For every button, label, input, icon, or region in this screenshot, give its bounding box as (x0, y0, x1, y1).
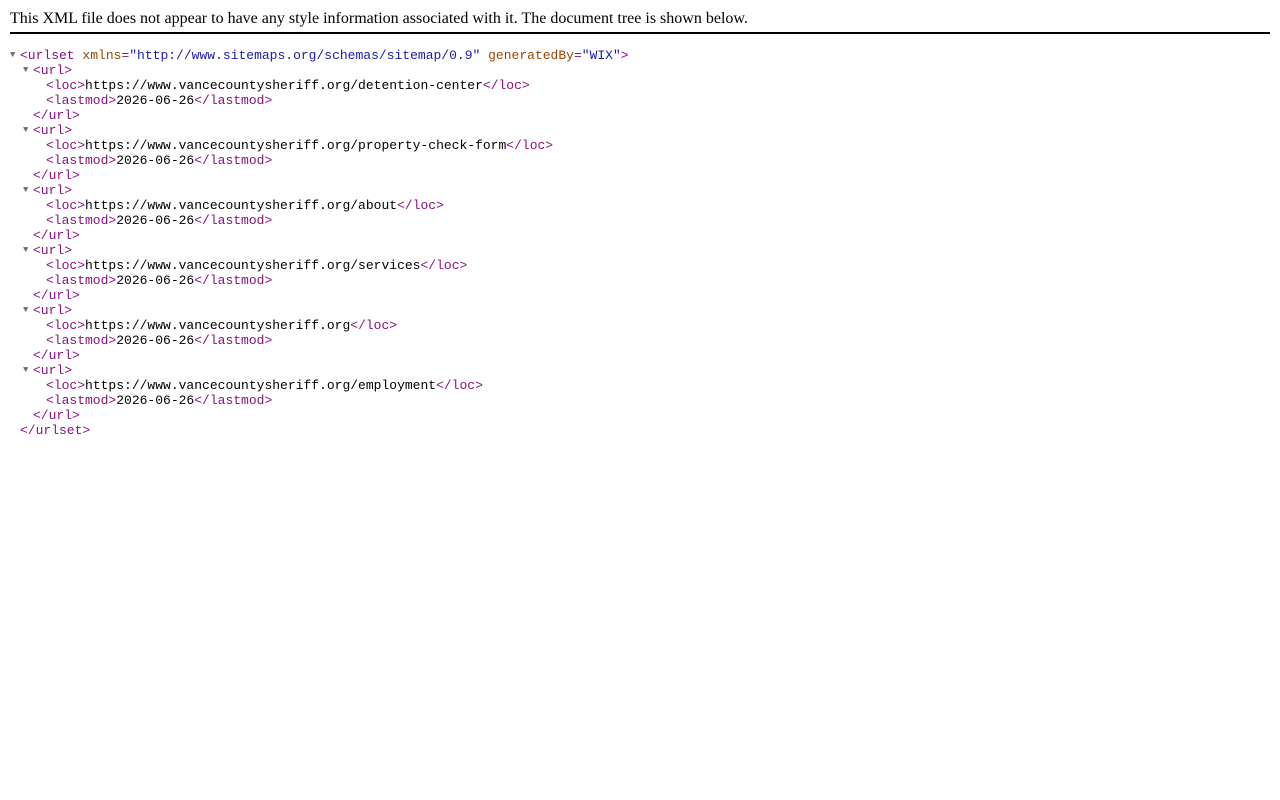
loc-open-tag: <loc> (46, 318, 86, 333)
loc-open-tag: <loc> (46, 258, 86, 273)
lastmod-line: <lastmod>2026-06-26</lastmod> (10, 273, 629, 288)
collapse-arrow-icon[interactable]: ▼ (10, 48, 20, 63)
urlset-close-tag: </urlset> (20, 423, 91, 438)
url-close-tag: </url> (33, 348, 80, 363)
collapse-arrow-icon[interactable]: ▼ (23, 303, 33, 318)
url-open-line: ▼ <url> (10, 243, 629, 258)
url-open-tag: <url> (33, 123, 73, 138)
lastmod-open-tag: <lastmod> (46, 333, 117, 348)
url-close-line: </url> (10, 228, 629, 243)
url-close-tag: </url> (33, 408, 80, 423)
loc-value: https://www.vancecountysheriff.org (85, 318, 351, 333)
url-open-line: ▼ <url> (10, 123, 629, 138)
loc-value: https://www.vancecountysheriff.org/servi… (85, 258, 421, 273)
url-open-tag: <url> (33, 243, 73, 258)
equals-sign: = (573, 48, 582, 63)
url-open-tag: <url> (33, 303, 73, 318)
loc-open-tag: <loc> (46, 78, 86, 93)
url-close-tag: </url> (33, 228, 80, 243)
lastmod-line: <lastmod>2026-06-26</lastmod> (10, 393, 629, 408)
lastmod-open-tag: <lastmod> (46, 393, 117, 408)
lastmod-close-tag: </lastmod> (194, 213, 273, 228)
lastmod-line: <lastmod>2026-06-26</lastmod> (10, 333, 629, 348)
url-open-tag: <url> (33, 63, 73, 78)
url-close-line: </url> (10, 288, 629, 303)
collapse-arrow-icon[interactable]: ▼ (23, 243, 33, 258)
lastmod-line: <lastmod>2026-06-26</lastmod> (10, 93, 629, 108)
loc-close-tag: </loc> (482, 78, 530, 93)
loc-line: <loc>https://www.vancecountysheriff.org/… (10, 138, 629, 153)
loc-close-tag: </loc> (436, 378, 483, 393)
lastmod-close-tag: </lastmod> (194, 153, 273, 168)
no-style-notice: This XML file does not appear to have an… (10, 10, 748, 27)
lastmod-value: 2026-06-26 (116, 93, 195, 108)
collapse-arrow-icon[interactable]: ▼ (23, 183, 33, 198)
loc-close-tag: </loc> (397, 198, 444, 213)
lastmod-open-tag: <lastmod> (46, 153, 117, 168)
lastmod-open-tag: <lastmod> (46, 273, 117, 288)
loc-line: <loc>https://www.vancecountysheriff.org/… (10, 258, 629, 273)
lastmod-value: 2026-06-26 (116, 273, 195, 288)
attribute-value: "WIX" (581, 48, 621, 63)
loc-value: https://www.vancecountysheriff.org/deten… (85, 78, 483, 93)
attribute-name: generatedBy (488, 48, 574, 63)
url-close-tag: </url> (33, 288, 80, 303)
loc-open-tag: <loc> (46, 138, 86, 153)
collapse-arrow-icon[interactable]: ▼ (23, 123, 33, 138)
loc-value: https://www.vancecountysheriff.org/prope… (85, 138, 507, 153)
url-entries: ▼ <url> <loc>https://www.vancecountysherif… (10, 63, 629, 423)
loc-line: <loc>https://www.vancecountysheriff.org<… (10, 318, 629, 333)
loc-close-tag: </loc> (420, 258, 468, 273)
loc-line: <loc>https://www.vancecountysheriff.org/… (10, 78, 629, 93)
collapse-arrow-icon[interactable]: ▼ (23, 63, 33, 78)
loc-open-tag: <loc> (46, 198, 86, 213)
url-close-line: </url> (10, 168, 629, 183)
loc-close-tag: </loc> (350, 318, 398, 333)
urlset-open-tag: <urlset (20, 48, 75, 63)
url-open-line: ▼ <url> (10, 303, 629, 318)
url-close-tag: </url> (33, 108, 80, 123)
loc-line: <loc>https://www.vancecountysheriff.org/… (10, 198, 629, 213)
header-divider (10, 32, 1270, 34)
lastmod-value: 2026-06-26 (116, 213, 195, 228)
url-close-line: </url> (10, 408, 629, 423)
urlset-open-tag-end: > (620, 48, 629, 63)
lastmod-line: <lastmod>2026-06-26</lastmod> (10, 153, 629, 168)
loc-value: https://www.vancecountysheriff.org/emplo… (85, 378, 437, 393)
lastmod-close-tag: </lastmod> (194, 93, 273, 108)
urlset-open-line: ▼ <urlset xmlns = "http://www.sitemaps.org/… (10, 48, 629, 63)
url-open-tag: <url> (33, 183, 73, 198)
urlset-close-line: </urlset> (10, 423, 629, 438)
url-close-line: </url> (10, 108, 629, 123)
xml-viewer-page: This XML file does not appear to have an… (0, 0, 1280, 800)
url-close-line: </url> (10, 348, 629, 363)
lastmod-value: 2026-06-26 (116, 393, 195, 408)
lastmod-line: <lastmod>2026-06-26</lastmod> (10, 213, 629, 228)
loc-line: <loc>https://www.vancecountysheriff.org/… (10, 378, 629, 393)
url-open-tag: <url> (33, 363, 73, 378)
url-open-line: ▼ <url> (10, 183, 629, 198)
attribute-value: "http://www.sitemaps.org/schemas/sitemap… (129, 48, 481, 63)
attribute-name: xmlns (82, 48, 122, 63)
lastmod-close-tag: </lastmod> (194, 273, 273, 288)
url-close-tag: </url> (33, 168, 80, 183)
lastmod-open-tag: <lastmod> (46, 93, 117, 108)
lastmod-close-tag: </lastmod> (194, 333, 273, 348)
collapse-arrow-icon[interactable]: ▼ (23, 363, 33, 378)
loc-value: https://www.vancecountysheriff.org/about (85, 198, 398, 213)
url-open-line: ▼ <url> (10, 63, 629, 78)
lastmod-value: 2026-06-26 (116, 333, 195, 348)
lastmod-value: 2026-06-26 (116, 153, 195, 168)
lastmod-open-tag: <lastmod> (46, 213, 117, 228)
loc-open-tag: <loc> (46, 378, 86, 393)
url-open-line: ▼ <url> (10, 363, 629, 378)
lastmod-close-tag: </lastmod> (194, 393, 273, 408)
loc-close-tag: </loc> (506, 138, 554, 153)
xml-document-tree: ▼ <urlset xmlns="http://www.sitemaps.org/… (10, 48, 629, 438)
